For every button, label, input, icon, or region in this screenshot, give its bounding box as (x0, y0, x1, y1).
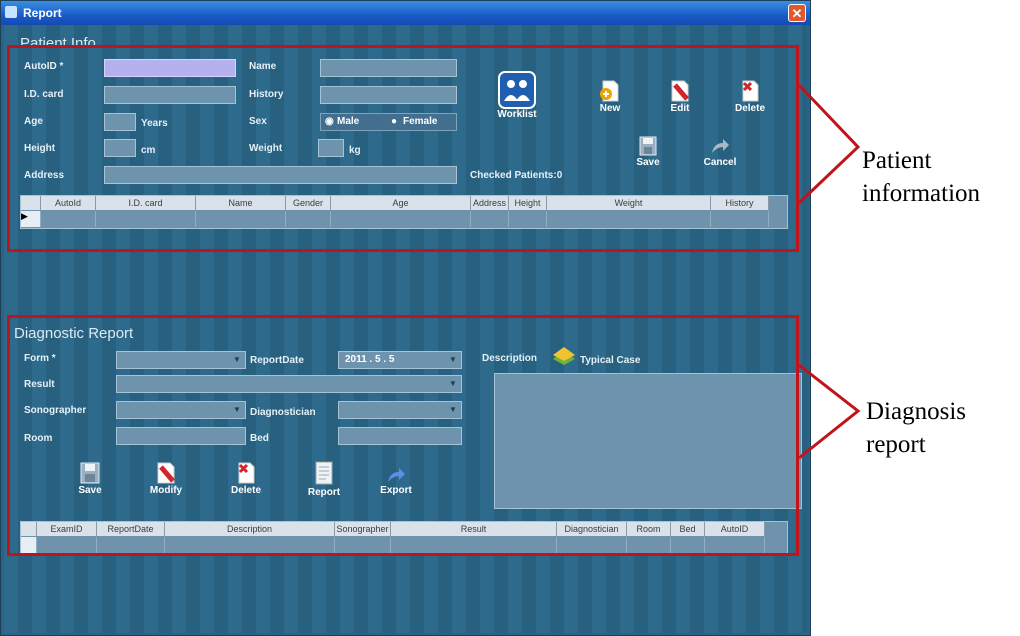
callout-line: Diagnosis (866, 398, 966, 425)
patient-information-callout: Patient information (862, 144, 980, 210)
callout-line: Patient (862, 147, 932, 174)
diagnosis-report-callout: Diagnosis report (866, 395, 966, 461)
patient-callout-pointer (797, 83, 861, 205)
callout-line: information (862, 180, 981, 207)
diagnosis-callout-pointer (798, 363, 861, 460)
callout-line: report (866, 431, 926, 458)
annotation-connectors (797, 83, 861, 460)
